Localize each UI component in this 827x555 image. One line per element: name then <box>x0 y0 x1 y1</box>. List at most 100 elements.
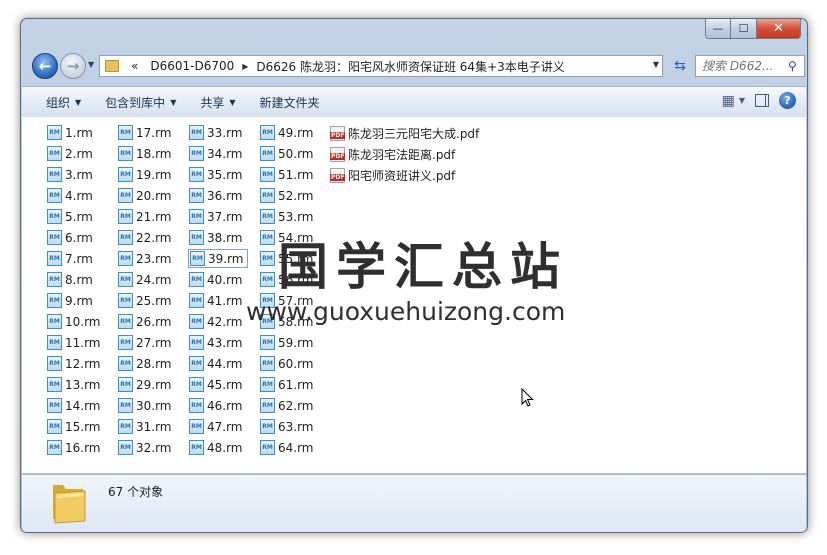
file-item[interactable]: RM 49.rm <box>259 123 330 142</box>
preview-pane-icon[interactable] <box>755 94 769 107</box>
share-button[interactable]: 共享 ▼ <box>188 94 247 111</box>
file-item[interactable]: RM 11.rm <box>46 333 117 352</box>
file-item[interactable]: RM 13.rm <box>46 375 117 394</box>
file-item[interactable]: RM 43.rm <box>188 333 259 352</box>
file-item[interactable]: RM 33.rm <box>188 123 259 142</box>
file-name: 27.rm <box>136 335 172 350</box>
rm-file-icon: RM <box>47 272 62 287</box>
file-item[interactable]: RM 38.rm <box>188 228 259 247</box>
file-item[interactable]: RM 40.rm <box>188 270 259 289</box>
file-item[interactable]: RM 60.rm <box>259 354 330 373</box>
file-item[interactable]: RM 35.rm <box>188 165 259 184</box>
file-item[interactable]: RM 21.rm <box>117 207 188 226</box>
file-item[interactable]: RM 47.rm <box>188 417 259 436</box>
file-name: 5.rm <box>65 209 93 224</box>
refresh-button[interactable]: ⇆ <box>669 55 691 77</box>
file-name: 34.rm <box>207 146 243 161</box>
minimize-button[interactable]: — <box>705 19 731 39</box>
pdf-file-item[interactable]: PDF 阳宅师资班讲义.pdf <box>330 165 479 186</box>
file-item[interactable]: RM 51.rm <box>259 165 330 184</box>
file-item[interactable]: RM 17.rm <box>117 123 188 142</box>
file-item[interactable]: RM 59.rm <box>259 333 330 352</box>
file-item[interactable]: RM 30.rm <box>117 396 188 415</box>
file-item[interactable]: RM 25.rm <box>117 291 188 310</box>
file-name: 23.rm <box>136 251 172 266</box>
file-list-pane[interactable]: RM 1.rm RM 2.rm RM 3.rm RM 4.rm RM 5.rm RM 6.rm RM 7.… <box>22 117 806 473</box>
file-item[interactable]: RM 12.rm <box>46 354 117 373</box>
file-item[interactable]: RM 45.rm <box>188 375 259 394</box>
rm-file-icon: RM <box>118 209 133 224</box>
file-item[interactable]: RM 39.rm <box>188 249 248 268</box>
rm-file-icon: RM <box>260 440 275 455</box>
file-item[interactable]: RM 36.rm <box>188 186 259 205</box>
file-item[interactable]: RM 7.rm <box>46 249 117 268</box>
file-item[interactable]: RM 64.rm <box>259 438 330 457</box>
file-item[interactable]: RM 62.rm <box>259 396 330 415</box>
rm-file-icon: RM <box>260 356 275 371</box>
rm-file-icon: RM <box>47 335 62 350</box>
breadcrumb-segment-current[interactable]: D6626 陈龙羽：阳宅风水师资保证班 64集+3本电子讲义 <box>250 58 570 75</box>
rm-file-icon: RM <box>47 188 62 203</box>
maximize-button[interactable]: ☐ <box>731 19 757 39</box>
pdf-file-item[interactable]: PDF 陈龙羽三元阳宅大成.pdf <box>330 123 479 144</box>
file-item[interactable]: RM 3.rm <box>46 165 117 184</box>
file-item[interactable]: RM 24.rm <box>117 270 188 289</box>
change-view-icon[interactable]: ▦ <box>722 93 735 109</box>
file-item[interactable]: RM 48.rm <box>188 438 259 457</box>
address-bar[interactable]: « D6601-D6700 ▶ D6626 陈龙羽：阳宅风水师资保证班 64集+… <box>99 55 663 77</box>
file-item[interactable]: RM 1.rm <box>46 123 117 142</box>
close-button[interactable]: ✕ <box>757 19 801 39</box>
new-folder-button[interactable]: 新建文件夹 <box>248 94 332 111</box>
file-item[interactable]: RM 61.rm <box>259 375 330 394</box>
file-item[interactable]: RM 46.rm <box>188 396 259 415</box>
file-item[interactable]: RM 9.rm <box>46 291 117 310</box>
file-name: 60.rm <box>278 356 314 371</box>
file-item[interactable]: RM 18.rm <box>117 144 188 163</box>
back-button[interactable]: ← <box>32 53 58 79</box>
file-item[interactable]: RM 29.rm <box>117 375 188 394</box>
file-item[interactable]: RM 32.rm <box>117 438 188 457</box>
file-item[interactable]: RM 10.rm <box>46 312 117 331</box>
file-item[interactable]: RM 28.rm <box>117 354 188 373</box>
file-item[interactable]: RM 16.rm <box>46 438 117 457</box>
file-item[interactable]: RM 5.rm <box>46 207 117 226</box>
file-item[interactable]: RM 63.rm <box>259 417 330 436</box>
file-item[interactable]: RM 4.rm <box>46 186 117 205</box>
breadcrumb-overflow[interactable]: « <box>125 59 144 73</box>
search-box[interactable]: ⚲ <box>695 55 805 77</box>
breadcrumb-segment-parent[interactable]: D6601-D6700 <box>144 59 240 73</box>
rm-file-icon: RM <box>118 188 133 203</box>
file-item[interactable]: RM 53.rm <box>259 207 330 226</box>
file-item[interactable]: RM 6.rm <box>46 228 117 247</box>
file-item[interactable]: RM 31.rm <box>117 417 188 436</box>
file-item[interactable]: RM 19.rm <box>117 165 188 184</box>
organize-button[interactable]: 组织 ▼ <box>22 94 93 111</box>
breadcrumb-arrow-icon[interactable]: ▶ <box>240 62 250 71</box>
file-item[interactable]: RM 52.rm <box>259 186 330 205</box>
recent-pages-dropdown[interactable]: ▼ <box>88 60 94 69</box>
file-name: 12.rm <box>65 356 101 371</box>
file-item[interactable]: RM 23.rm <box>117 249 188 268</box>
file-item[interactable]: RM 22.rm <box>117 228 188 247</box>
help-icon[interactable]: ? <box>779 92 796 109</box>
search-input[interactable] <box>700 58 788 74</box>
file-item[interactable]: RM 8.rm <box>46 270 117 289</box>
address-dropdown-icon[interactable]: ▼ <box>653 60 659 69</box>
file-item[interactable]: RM 50.rm <box>259 144 330 163</box>
pdf-file-item[interactable]: PDF 陈龙羽宅法距离.pdf <box>330 144 479 165</box>
file-item[interactable]: RM 37.rm <box>188 207 259 226</box>
file-name: 33.rm <box>207 125 243 140</box>
file-item[interactable]: RM 26.rm <box>117 312 188 331</box>
file-item[interactable]: RM 15.rm <box>46 417 117 436</box>
file-item[interactable]: RM 20.rm <box>117 186 188 205</box>
rm-file-icon: RM <box>47 125 62 140</box>
file-item[interactable]: RM 2.rm <box>46 144 117 163</box>
file-item[interactable]: RM 44.rm <box>188 354 259 373</box>
file-item[interactable]: RM 27.rm <box>117 333 188 352</box>
forward-button[interactable]: → <box>60 53 86 79</box>
search-icon[interactable]: ⚲ <box>788 59 797 73</box>
file-item[interactable]: RM 34.rm <box>188 144 259 163</box>
include-in-library-button[interactable]: 包含到库中 ▼ <box>93 94 188 111</box>
view-dropdown-icon[interactable]: ▼ <box>739 96 745 105</box>
file-item[interactable]: RM 14.rm <box>46 396 117 415</box>
